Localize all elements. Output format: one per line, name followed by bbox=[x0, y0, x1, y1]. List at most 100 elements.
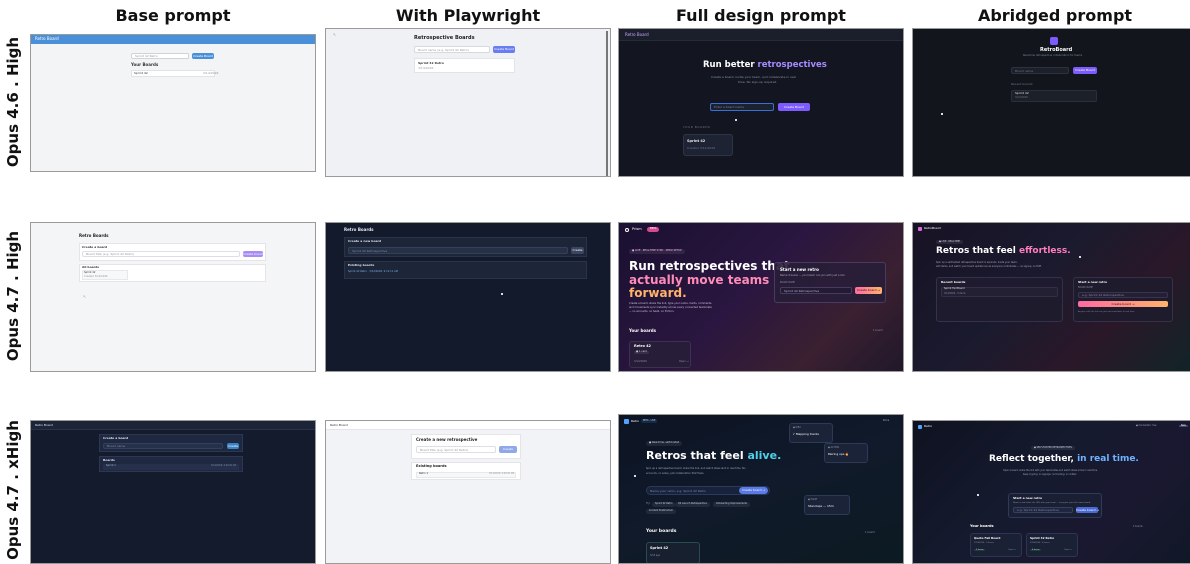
boards-heading: Your Boards bbox=[131, 62, 159, 67]
board-card-badge: ● 1 card bbox=[634, 350, 649, 354]
create-board-button[interactable]: Create board → bbox=[1078, 301, 1168, 307]
panel-title: Start a new retro bbox=[780, 267, 819, 272]
hero-pill: ● SELF-HOSTED RETROSPECTIVES bbox=[1031, 446, 1075, 451]
board-title-input[interactable]: Board title (e.g. Sprint 42 Retro) bbox=[416, 446, 496, 453]
panel-sub: Name it and share the URL with your team… bbox=[1013, 502, 1091, 504]
board-item-date: 3/14/2026 · 0 items bbox=[944, 292, 966, 295]
section-label: Recent boards bbox=[1011, 82, 1033, 86]
thumb-r2-full-design: Prism BETA ● LIVE · REAL-TIME SYNC · ZER… bbox=[618, 222, 904, 372]
topbar-title: Retro Board bbox=[330, 423, 348, 427]
panel-sub: Name it below — your team can join with … bbox=[780, 274, 846, 277]
create-title: Create a new retrospective bbox=[416, 437, 478, 442]
mouse-cursor bbox=[977, 494, 979, 496]
thumb-r3-base: Retro Board Create a board Board name Cr… bbox=[30, 420, 316, 564]
brand: Prism bbox=[632, 227, 642, 231]
board-card-date: 3/14/2026 bbox=[634, 360, 647, 363]
suggestion-chip[interactable]: Onboarding Improvements bbox=[713, 502, 750, 507]
nav-docs[interactable]: Docs bbox=[883, 419, 889, 423]
topbar-title: Retro Board bbox=[35, 423, 53, 427]
new-retro-label: BOARD NAME bbox=[1078, 286, 1093, 289]
beta-badge: BETA · LIVE bbox=[641, 419, 658, 424]
board-card-title: Quote Fail Board bbox=[974, 536, 1001, 540]
board-item-name: Sprint 42 bbox=[134, 71, 148, 75]
board-title-input[interactable]: Board title (e.g. Sprint 42 Retro) bbox=[82, 251, 240, 257]
board-card-title: Sprint 42 Retro bbox=[1030, 536, 1055, 540]
hero-sub-1: Create a board, invite your team, and co… bbox=[711, 75, 796, 79]
topbar bbox=[326, 421, 610, 430]
board-item[interactable]: Sprint 42 Retro · 3/14/2026, 9:12:11 AM bbox=[348, 270, 398, 274]
logo-icon bbox=[625, 228, 629, 232]
board-name-input[interactable]: Board name bbox=[1011, 67, 1069, 74]
create-board-button[interactable]: Create board → bbox=[739, 487, 768, 494]
hero-sub-2: add items, and watch your board update l… bbox=[936, 265, 1042, 268]
board-card-tag: 4 items bbox=[1030, 549, 1042, 552]
board-card-title: Sprint 42 bbox=[650, 546, 669, 550]
section-label: Existing boards bbox=[348, 263, 375, 267]
create-board-button[interactable]: Create board → bbox=[855, 287, 882, 294]
tagline: Real-time retrospective collaboration fo… bbox=[1023, 54, 1083, 57]
create-board-button[interactable]: Create board bbox=[243, 251, 263, 257]
board-card-open[interactable]: Open → bbox=[1008, 549, 1016, 551]
board-name-input[interactable]: Sprint 42 Retrospective bbox=[780, 287, 852, 294]
brand: RetroBoard bbox=[1040, 47, 1073, 53]
suggestion-chip[interactable]: Incident Postmortem bbox=[646, 509, 676, 514]
thumb-r1-abridged: RetroBoard Real-time retrospective colla… bbox=[912, 28, 1190, 177]
board-card-open[interactable]: Open → bbox=[679, 360, 689, 364]
topbar-title: Retro Board bbox=[35, 36, 59, 41]
suggestion-chip[interactable]: Sprint 42 Retro bbox=[652, 502, 676, 507]
create-board-button[interactable]: Create Board bbox=[192, 53, 214, 59]
thumb-r2-playwright: Retro Boards Create a new board Sprint 4… bbox=[325, 222, 611, 372]
cursor-glyph: ↖ bbox=[83, 294, 87, 299]
section-label: All boards bbox=[82, 265, 100, 269]
new-retro-note: Anyone with the link can join and contri… bbox=[1078, 311, 1135, 313]
scrollbar[interactable] bbox=[606, 31, 608, 176]
topbar bbox=[31, 35, 315, 44]
brand: Retro bbox=[631, 419, 639, 423]
column-title-abridged-prompt: Abridged prompt bbox=[977, 6, 1133, 25]
page-title: Retro Boards bbox=[344, 227, 374, 232]
hero-line-3: forward. bbox=[629, 286, 687, 300]
create-button[interactable]: Create bbox=[571, 247, 584, 254]
hero-pill: ● Real-time, self-hosted bbox=[646, 441, 683, 446]
board-item-date: 3/14/2026 bbox=[418, 66, 434, 70]
panel-title: Start a new retro bbox=[1013, 496, 1043, 500]
try-label: Try: bbox=[646, 502, 651, 505]
create-board-button[interactable]: Create board → bbox=[1076, 507, 1099, 513]
board-name-input[interactable]: Sprint 42 Retrospective bbox=[348, 247, 568, 254]
create-board-button[interactable]: Create Board bbox=[778, 103, 810, 111]
thumb-r3-abridged: Retro ● Connected · live New ● SELF-HOST… bbox=[912, 420, 1190, 564]
board-name-input[interactable]: e.g. Sprint 42 Retrospective bbox=[1013, 507, 1073, 513]
topbar bbox=[31, 421, 315, 430]
floating-card-tag: ● IDEA bbox=[793, 426, 801, 429]
board-card[interactable] bbox=[683, 134, 733, 156]
hero-line-1: Run retrospectives that bbox=[629, 259, 790, 273]
board-name-input[interactable]: e.g. Sprint 42 Retrospective bbox=[1078, 292, 1168, 298]
logo-icon bbox=[624, 419, 629, 424]
board-name-input[interactable]: Board name bbox=[103, 443, 223, 449]
section-count: 2 boards bbox=[1133, 525, 1143, 528]
live-pill: ● LIVE · REAL-TIME SYNC · ZERO SETUP bbox=[629, 249, 685, 254]
create-board-button[interactable]: Create Board bbox=[493, 46, 515, 53]
create-button[interactable]: Create bbox=[227, 443, 239, 449]
board-name-input[interactable]: Sprint 42 Retro bbox=[131, 53, 189, 59]
thumb-r3-playwright: Retro Board Create a new retrospective B… bbox=[325, 420, 611, 564]
page-title: Retro Boards bbox=[79, 233, 109, 238]
hero-headline: Retros that feel alive. bbox=[646, 449, 782, 462]
board-item-name: Retro 1 bbox=[419, 472, 429, 475]
hero-headline: Retros that feel effortless. bbox=[936, 246, 1071, 256]
floating-card-text: ♪ Mapping tracks bbox=[793, 432, 819, 436]
nav-new[interactable]: New bbox=[1179, 424, 1188, 428]
suggestion-chip[interactable]: Q4 Launch Retrospective bbox=[675, 502, 710, 507]
board-name-input[interactable]: Board name (e.g. Sprint 42 Retro) bbox=[414, 46, 490, 53]
logo-icon bbox=[1050, 37, 1058, 45]
board-card-open[interactable]: Open → bbox=[1064, 549, 1072, 551]
create-button[interactable]: Create bbox=[499, 446, 517, 453]
mouse-cursor bbox=[941, 113, 943, 115]
row-label-opus-47-high: Opus 4.7 . High bbox=[4, 230, 22, 362]
section-label: Existing boards bbox=[416, 464, 447, 468]
column-title-full-design-prompt: Full design prompt bbox=[676, 6, 846, 25]
board-name-input[interactable]: Enter a board name bbox=[710, 103, 774, 111]
navbar bbox=[619, 29, 903, 41]
mouse-cursor bbox=[1079, 256, 1081, 258]
create-board-button[interactable]: Create Board bbox=[1073, 67, 1097, 74]
